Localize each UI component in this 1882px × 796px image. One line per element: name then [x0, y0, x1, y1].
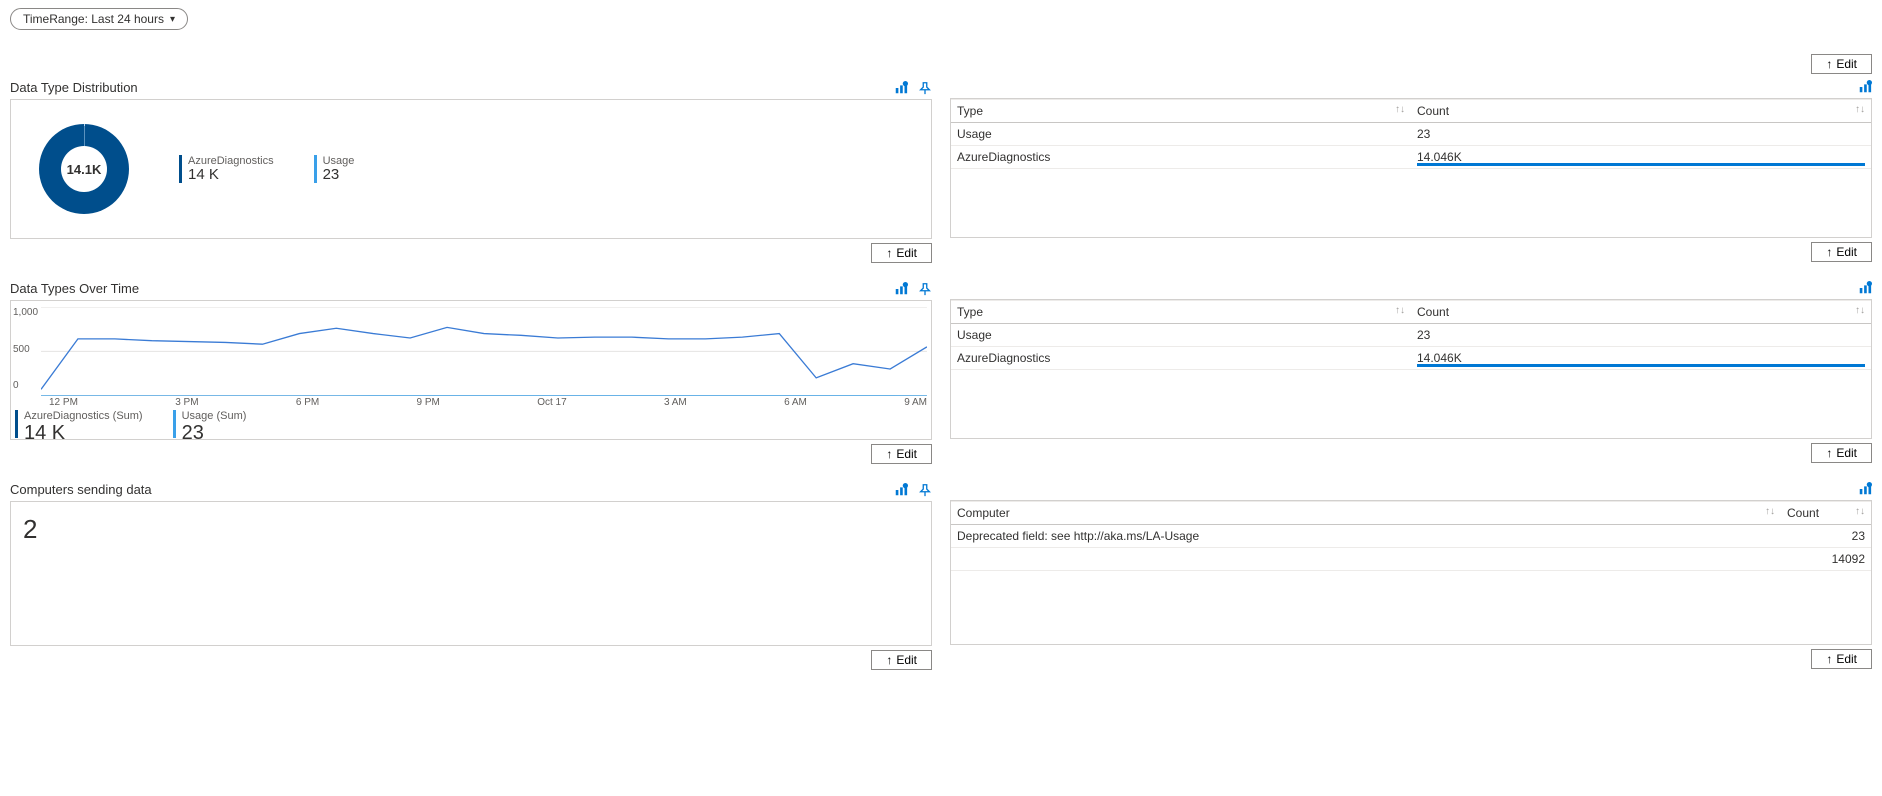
- cell-count: 14.046K: [1411, 146, 1871, 169]
- log-analytics-icon[interactable]: [894, 81, 908, 95]
- table-row[interactable]: 14092: [951, 548, 1871, 571]
- col-computer[interactable]: Computer ↑↓: [951, 502, 1781, 525]
- edit-label: Edit: [1836, 57, 1857, 71]
- edit-label: Edit: [1836, 652, 1857, 666]
- edit-icon: ↑: [1826, 446, 1832, 460]
- cell-type: AzureDiagnostics: [951, 347, 1411, 370]
- sort-icon: ↑↓: [1765, 506, 1775, 517]
- edit-button-top[interactable]: ↑ Edit: [1811, 54, 1872, 74]
- legend-name: Usage: [323, 155, 355, 167]
- table-row[interactable]: Usage23: [951, 324, 1871, 347]
- pin-icon[interactable]: [918, 483, 932, 497]
- log-analytics-icon[interactable]: [894, 282, 908, 296]
- edit-icon: ↑: [1826, 57, 1832, 71]
- edit-icon: ↑: [1826, 652, 1832, 666]
- donut-legend: AzureDiagnostics 14 K Usage 23: [179, 155, 354, 184]
- log-analytics-icon[interactable]: [1858, 482, 1872, 496]
- donut-total: 14.1K: [61, 146, 107, 192]
- cell-count: 14092: [1781, 548, 1871, 571]
- sort-icon: ↑↓: [1395, 305, 1405, 316]
- col-type[interactable]: Type ↑↓: [951, 301, 1411, 324]
- edit-button[interactable]: ↑ Edit: [1811, 649, 1872, 669]
- cell-count: 14.046K: [1411, 347, 1871, 370]
- y-axis-labels: 1,000 500 0: [13, 305, 38, 393]
- series-legend: AzureDiagnostics (Sum) 14 K Usage (Sum) …: [11, 408, 931, 444]
- card-title-overtime: Data Types Over Time: [10, 281, 139, 296]
- edit-icon: ↑: [886, 447, 892, 461]
- timerange-selector[interactable]: TimeRange: Last 24 hours ▾: [10, 8, 188, 30]
- donut-chart: 14.1K: [39, 124, 129, 214]
- col-label: Count: [1787, 506, 1819, 520]
- col-label: Type: [957, 104, 983, 118]
- col-type[interactable]: Type ↑↓: [951, 100, 1411, 123]
- col-count[interactable]: Count ↑↓: [1781, 502, 1871, 525]
- timerange-label: TimeRange: Last 24 hours: [23, 12, 164, 26]
- edit-label: Edit: [896, 653, 917, 667]
- line-chart: [41, 307, 927, 396]
- panel-computers: 2: [10, 501, 932, 646]
- computers-count: 2: [19, 508, 923, 551]
- pin-icon[interactable]: [918, 282, 932, 296]
- legend-swatch: [179, 155, 182, 183]
- cell-type: AzureDiagnostics: [951, 146, 1411, 169]
- col-label: Type: [957, 305, 983, 319]
- cell-count: 23: [1411, 123, 1871, 146]
- edit-button[interactable]: ↑ Edit: [871, 444, 932, 464]
- log-analytics-icon[interactable]: [1858, 281, 1872, 295]
- edit-icon: ↑: [886, 653, 892, 667]
- edit-button[interactable]: ↑ Edit: [1811, 242, 1872, 262]
- legend-value: 23: [182, 422, 247, 444]
- edit-label: Edit: [896, 246, 917, 260]
- panel-distribution: 14.1K AzureDiagnostics 14 K Usage: [10, 99, 932, 239]
- sort-icon: ↑↓: [1855, 104, 1865, 115]
- edit-button[interactable]: ↑ Edit: [871, 243, 932, 263]
- card-title-computers: Computers sending data: [10, 482, 152, 497]
- edit-label: Edit: [896, 447, 917, 461]
- panel-overtime: 1,000 500 0 12 PM3 PM6 PM9 PMOct 173 AM6…: [10, 300, 932, 440]
- col-count[interactable]: Count ↑↓: [1411, 301, 1871, 324]
- table-row[interactable]: Usage23: [951, 123, 1871, 146]
- log-analytics-icon[interactable]: [1858, 80, 1872, 94]
- panel-computer-table: Computer ↑↓ Count ↑↓ Deprecated field: see…: [950, 500, 1872, 645]
- edit-button[interactable]: ↑ Edit: [1811, 443, 1872, 463]
- cell-count: 23: [1411, 324, 1871, 347]
- sort-icon: ↑↓: [1855, 506, 1865, 517]
- edit-icon: ↑: [886, 246, 892, 260]
- cell-computer: Deprecated field: see http://aka.ms/LA-U…: [951, 525, 1781, 548]
- edit-label: Edit: [1836, 446, 1857, 460]
- cell-type: Usage: [951, 324, 1411, 347]
- edit-button[interactable]: ↑ Edit: [871, 650, 932, 670]
- legend-value: 14 K: [188, 167, 274, 184]
- edit-icon: ↑: [1826, 245, 1832, 259]
- table-row[interactable]: Deprecated field: see http://aka.ms/LA-U…: [951, 525, 1871, 548]
- cell-computer: [951, 548, 1781, 571]
- legend-swatch: [314, 155, 317, 183]
- sort-icon: ↑↓: [1395, 104, 1405, 115]
- legend-swatch: [173, 410, 176, 438]
- col-label: Count: [1417, 305, 1449, 319]
- legend-name: AzureDiagnostics: [188, 155, 274, 167]
- col-count[interactable]: Count ↑↓: [1411, 100, 1871, 123]
- chevron-down-icon: ▾: [170, 14, 175, 25]
- edit-label: Edit: [1836, 245, 1857, 259]
- sort-icon: ↑↓: [1855, 305, 1865, 316]
- table-row[interactable]: AzureDiagnostics14.046K: [951, 146, 1871, 169]
- table-row[interactable]: AzureDiagnostics14.046K: [951, 347, 1871, 370]
- cell-count: 23: [1781, 525, 1871, 548]
- legend-name: Usage (Sum): [182, 410, 247, 422]
- legend-name: AzureDiagnostics (Sum): [24, 410, 143, 422]
- panel-type-count-2: Type ↑↓ Count ↑↓ Usage23AzureDiagnostics14…: [950, 299, 1872, 439]
- log-analytics-icon[interactable]: [894, 483, 908, 497]
- col-label: Computer: [957, 506, 1010, 520]
- legend-value: 23: [323, 167, 355, 184]
- legend-value: 14 K: [24, 422, 143, 444]
- card-title-distribution: Data Type Distribution: [10, 80, 138, 95]
- pin-icon[interactable]: [918, 81, 932, 95]
- cell-type: Usage: [951, 123, 1411, 146]
- panel-type-count-1: Type ↑↓ Count ↑↓ Usage23AzureDiagnostics14…: [950, 98, 1872, 238]
- legend-swatch: [15, 410, 18, 438]
- col-label: Count: [1417, 104, 1449, 118]
